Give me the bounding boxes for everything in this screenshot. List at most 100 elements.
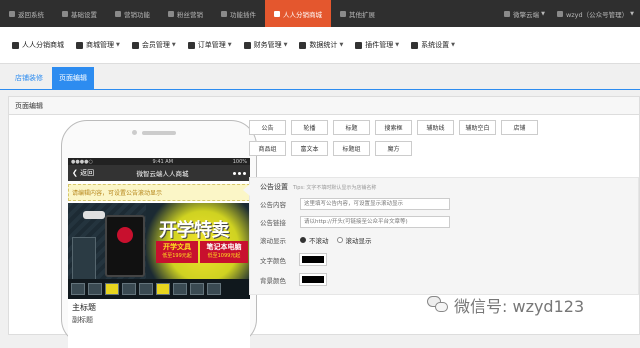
chevron-left-icon: ❮ [72, 169, 81, 177]
tab-shop-decoration[interactable]: 店铺装修 [8, 67, 50, 89]
menu-system-settings[interactable]: 系统设置 ▼ [405, 40, 461, 50]
phone-statusbar: ●●●●○ 9:41 AM 100% [68, 158, 250, 165]
menu-member-management[interactable]: 会员管理 ▼ [126, 40, 182, 50]
notice-link-input[interactable] [300, 216, 450, 228]
menu-statistics[interactable]: 数据统计 ▼ [293, 40, 349, 50]
notice-component[interactable]: 请编辑内容，可设置公告滚动显示 [68, 184, 250, 201]
notice-settings-editor: 公告设置 Tips: 文字不填时默认显示为店铺名称 公告内容 公告链接 滚动显示… [243, 177, 639, 295]
add-title-group-button[interactable]: 标题组 [333, 141, 370, 156]
watermark-text: 微信号: wzyd123 [454, 297, 585, 316]
chevron-down-icon: ▼ [116, 42, 120, 48]
editor-tip: Tips: 文字不填时默认显示为店铺名称 [293, 184, 377, 191]
topnav-right: 微擎云端 ▼ wzyd（公众号管理） ▼ [498, 0, 640, 27]
main-title: 主标题 [72, 303, 96, 312]
add-notice-button[interactable]: 公告 [249, 120, 286, 135]
page-tabs: 店铺装修 页面编辑 [0, 64, 640, 90]
phone-nav-title: 微智云端人人商城 [136, 170, 189, 178]
marketing-icon [115, 10, 121, 17]
add-divider-button[interactable]: 辅助线 [417, 120, 454, 135]
title-component[interactable]: 主标题 副标题 [68, 299, 250, 328]
banner-headline: 开学特卖 [159, 220, 230, 241]
plugin-icon [221, 10, 227, 17]
shop-icon [274, 10, 280, 17]
component-row-1: 公告 轮播 标题 搜索框 辅助线 辅助空白 店铺 [249, 120, 549, 135]
module-menubar: 人人分销商城 商城管理 ▼ 会员管理 ▼ 订单管理 ▼ 财务管理 ▼ 数据统计 ▼ 插件管… [0, 27, 640, 64]
text-color-row: 文字颜色 [260, 253, 327, 266]
cart-icon [76, 41, 83, 49]
status-time: 9:41 AM [152, 158, 174, 165]
bg-color-picker[interactable] [299, 273, 327, 286]
radio-selected-icon [300, 237, 306, 243]
topnav-account[interactable]: wzyd（公众号管理） ▼ [551, 0, 640, 27]
topnav-fans-marketing[interactable]: 粉丝营销 [159, 0, 212, 27]
notice-link-row: 公告链接 [260, 216, 450, 228]
topnav-renren-shop[interactable]: 人人分销商城 [265, 0, 331, 27]
menu-shop-management[interactable]: 商城管理 ▼ [70, 40, 126, 50]
users-icon [131, 41, 139, 49]
editor-header: 公告设置 Tips: 文字不填时默认显示为店铺名称 [260, 182, 376, 192]
chevron-down-icon: ▼ [541, 10, 545, 17]
card2-title: 笔记本电脑 [206, 243, 242, 251]
bg-color-row: 背景颜色 [260, 273, 327, 286]
chevron-down-icon: ▼ [451, 42, 456, 48]
card1-price: 低至199元起 [162, 253, 192, 259]
settings-icon [62, 10, 68, 17]
menu-home[interactable]: 人人分销商城 [6, 40, 70, 50]
phone-speaker [142, 131, 176, 135]
radio-unselected-icon [336, 237, 343, 243]
scroll-display-label: 滚动显示 [260, 237, 286, 245]
notice-link-label: 公告链接 [260, 219, 286, 227]
topnav-basic-settings[interactable]: 基础设置 [53, 0, 106, 27]
pc-tower-image [105, 215, 145, 277]
radio-no-scroll[interactable]: 不滚动 [300, 235, 329, 245]
editor-title: 公告设置 [260, 183, 288, 191]
menu-plugin-management[interactable]: 插件管理 ▼ [349, 40, 405, 50]
bg-color-label: 背景颜色 [260, 276, 286, 285]
battery-indicator: 100% [232, 158, 247, 165]
phone-back-button[interactable]: ❮ 返回 [72, 168, 94, 178]
topnav-plugins[interactable]: 功能插件 [212, 0, 265, 27]
wechat-icon [427, 296, 449, 314]
home-icon [12, 41, 19, 49]
text-color-picker[interactable] [299, 253, 327, 266]
topnav-cloud[interactable]: 微擎云端 ▼ [498, 0, 551, 27]
menu-finance-management[interactable]: 财务管理 ▼ [238, 40, 294, 50]
banner-card-stationery: 开学文具 低至199元起 [156, 241, 198, 263]
add-title-button[interactable]: 标题 [333, 120, 370, 135]
topnav-marketing[interactable]: 营销功能 [106, 0, 159, 27]
banner-card-laptop: 笔记本电脑 低至1099元起 [200, 241, 248, 263]
menu-order-management[interactable]: 订单管理 ▼ [182, 40, 238, 50]
chevron-down-icon: ▼ [630, 10, 634, 17]
radio-scroll[interactable]: 滚动显示 [336, 235, 372, 245]
user-icon [556, 10, 563, 17]
panel-heading: 页面编辑 [9, 97, 639, 115]
product-box-image [72, 237, 96, 281]
notice-content-input[interactable] [300, 198, 450, 210]
add-cube-button[interactable]: 魔方 [375, 141, 412, 156]
gear-icon [411, 41, 419, 49]
chevron-down-icon: ▼ [339, 42, 344, 48]
sub-title: 副标题 [72, 316, 93, 324]
card2-price: 低至1099元起 [207, 253, 241, 259]
banner-component[interactable]: 开学特卖 开学文具 低至199元起 笔记本电脑 低至1099元起 [68, 203, 250, 299]
add-richtext-button[interactable]: 富文本 [291, 141, 328, 156]
chevron-down-icon: ▼ [171, 42, 176, 48]
bar-chart-icon [299, 41, 307, 49]
add-goods-group-button[interactable]: 商品组 [249, 141, 286, 156]
phone-camera [132, 130, 137, 135]
list-icon [187, 41, 195, 49]
tab-page-edit[interactable]: 页面编辑 [52, 67, 94, 89]
add-blank-button[interactable]: 辅助空白 [459, 120, 496, 135]
back-icon [9, 10, 15, 17]
add-carousel-button[interactable]: 轮播 [291, 120, 328, 135]
add-search-button[interactable]: 搜索框 [375, 120, 412, 135]
more-dots-icon[interactable] [231, 171, 246, 175]
topnav-back-system[interactable]: 返回系统 [0, 0, 53, 27]
text-color-label: 文字颜色 [260, 256, 286, 265]
scroll-display-row: 滚动显示 不滚动 滚动显示 [260, 235, 380, 245]
cloud-icon [504, 10, 511, 17]
topnav-other-extensions[interactable]: 其他扩展 [331, 0, 384, 27]
notice-content-row: 公告内容 [260, 198, 450, 210]
add-shop-button[interactable]: 店铺 [501, 120, 538, 135]
banner-product-strip [68, 279, 250, 299]
